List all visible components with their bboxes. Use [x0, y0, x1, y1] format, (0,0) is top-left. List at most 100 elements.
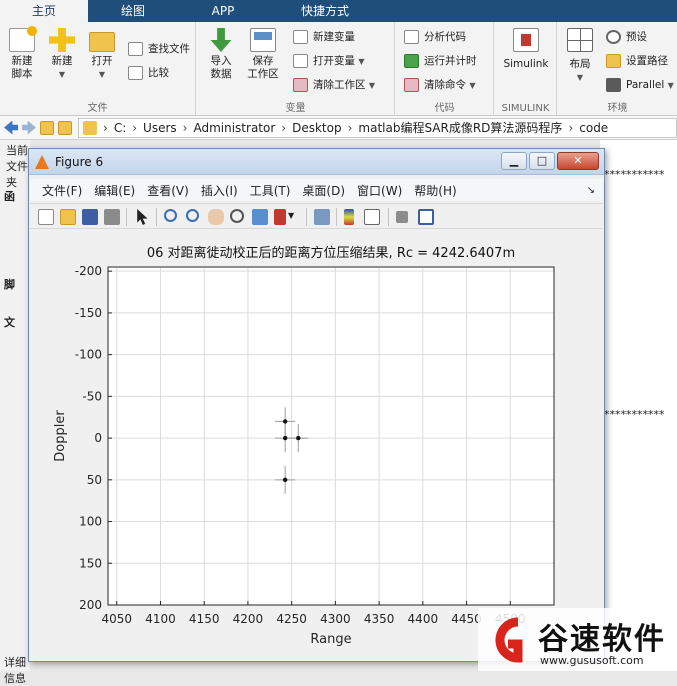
path-segment[interactable]: Desktop — [292, 121, 342, 135]
data-cursor-icon[interactable] — [252, 209, 268, 225]
import-data-button[interactable]: 导入 数据 — [201, 28, 241, 81]
set-path-button[interactable]: 设置路径 — [606, 52, 668, 70]
path-segment[interactable]: matlab编程SAR成像RD算法源码程序 — [358, 119, 562, 136]
menu-edit[interactable]: 编辑(E) — [94, 182, 135, 199]
simulink-group-label: SIMULINK — [501, 103, 550, 114]
chart-title: 06 对距离徙动校正后的距离方位压缩结果, Rc = 4242.6407m — [147, 245, 515, 261]
plus-icon — [49, 28, 75, 52]
zoom-out-icon[interactable] — [186, 209, 199, 222]
compare-button[interactable]: 比较 — [128, 64, 169, 82]
chevron-down-icon[interactable]: ▼ — [288, 211, 298, 227]
path-segment[interactable]: Administrator — [193, 121, 275, 135]
file-group-label: 文件 — [87, 103, 108, 114]
brush-icon[interactable] — [274, 209, 286, 225]
tab-plots[interactable]: 绘图 — [88, 0, 178, 22]
command-window[interactable]: *********** *********** — [600, 140, 677, 671]
func-section[interactable]: 函 — [4, 188, 15, 204]
pan-hand-icon[interactable] — [208, 209, 224, 225]
data-point[interactable] — [282, 435, 288, 441]
path-separator: › — [132, 120, 138, 135]
watermark: 谷速软件 www.gususoft.com — [478, 608, 677, 671]
zoom-in-icon[interactable] — [164, 209, 177, 222]
y-tick-label: 0 — [94, 431, 102, 445]
tab-apps[interactable]: APP — [178, 0, 268, 22]
menu-insert[interactable]: 插入(I) — [201, 182, 238, 199]
rotate-icon[interactable] — [230, 209, 244, 223]
open-variable-button[interactable]: 打开变量 ▼ — [293, 52, 365, 70]
print-icon[interactable] — [104, 209, 120, 225]
plot-area[interactable] — [107, 266, 555, 606]
menu-window[interactable]: 窗口(W) — [357, 182, 402, 199]
chart-svg[interactable]: 4050410041504200425043004350440044504500… — [30, 231, 603, 659]
run-time-button[interactable]: 运行并计时 — [404, 52, 477, 70]
save-workspace-label: 保存 工作区 — [247, 55, 279, 80]
new-button[interactable]: 新建 ▼ — [42, 28, 82, 81]
legend-icon[interactable] — [364, 209, 380, 225]
open-variable-label: 打开变量 — [313, 55, 355, 67]
new-variable-button[interactable]: 新建变量 — [293, 28, 355, 46]
script-section[interactable]: 脚 — [4, 276, 15, 292]
path-separator: › — [103, 120, 108, 135]
menu-desktop[interactable]: 桌面(D) — [302, 182, 345, 199]
simulink-group: Simulink SIMULINK — [495, 22, 557, 116]
find-files-label: 查找文件 — [148, 43, 190, 55]
analyze-code-button[interactable]: 分析代码 — [404, 28, 466, 46]
menu-file[interactable]: 文件(F) — [42, 182, 82, 199]
data-point[interactable] — [282, 419, 288, 424]
menu-tools[interactable]: 工具(T) — [250, 182, 291, 199]
folder-icon — [83, 120, 97, 135]
menu-help[interactable]: 帮助(H) — [414, 182, 456, 199]
open-button[interactable]: 打开 ▼ — [82, 28, 122, 81]
minimize-button[interactable]: ▁ — [501, 152, 527, 170]
back-icon[interactable] — [4, 120, 18, 135]
menu-view[interactable]: 查看(V) — [147, 182, 189, 199]
save-icon[interactable] — [82, 209, 98, 225]
pointer-icon[interactable] — [137, 209, 148, 225]
detail-label: 详细信息 — [4, 656, 26, 685]
browse-folder-icon[interactable] — [58, 120, 72, 135]
data-point[interactable] — [282, 477, 288, 483]
new-script-icon — [9, 26, 37, 52]
path-segment[interactable]: Users — [143, 121, 177, 135]
link-plot-icon[interactable] — [314, 209, 330, 225]
path-breadcrumb[interactable]: › C: › Users › Administrator › Desktop ›… — [78, 117, 677, 138]
find-files-button[interactable]: 查找文件 — [128, 40, 190, 58]
layout-button[interactable]: 布局 ▼ — [560, 28, 600, 84]
parallel-button[interactable]: Parallel ▼ — [606, 76, 674, 94]
open-variable-icon — [293, 54, 308, 68]
path-segment[interactable]: C: — [114, 121, 126, 135]
clear-workspace-label: 清除工作区 — [313, 79, 366, 91]
preferences-button[interactable]: 预设 — [606, 28, 647, 46]
x-tick-label: 4200 — [233, 612, 264, 626]
open-file-icon[interactable] — [60, 209, 76, 225]
path-segment[interactable]: code — [579, 121, 608, 135]
simulink-icon — [513, 28, 539, 52]
file-section[interactable]: 文 — [4, 314, 15, 330]
up-folder-icon[interactable] — [40, 120, 54, 135]
figure-canvas: 4050410041504200425043004350440044504500… — [30, 231, 603, 659]
close-button[interactable]: ✕ — [557, 152, 599, 170]
hide-plot-tools-icon[interactable] — [396, 211, 408, 223]
colorbar-icon[interactable] — [344, 209, 354, 225]
dock-arrow-icon[interactable]: ↘ — [587, 185, 595, 196]
save-workspace-button[interactable]: 保存 工作区 — [243, 28, 283, 81]
tab-home[interactable]: 主页 — [0, 0, 88, 22]
y-tick-label: 50 — [87, 473, 102, 487]
command-output-line: *********** — [604, 408, 665, 421]
chevron-down-icon: ▼ — [358, 57, 365, 66]
data-point[interactable] — [296, 435, 301, 441]
maximize-button[interactable]: □ — [529, 152, 555, 170]
tab-shortcuts[interactable]: 快捷方式 — [268, 0, 382, 22]
import-icon — [210, 28, 232, 52]
new-figure-icon[interactable] — [38, 209, 54, 225]
simulink-button[interactable]: Simulink — [495, 28, 557, 71]
y-tick-label: -100 — [75, 348, 102, 362]
clear-workspace-button[interactable]: 清除工作区 ▼ — [293, 76, 375, 94]
forward-icon[interactable] — [22, 120, 36, 135]
figure-titlebar[interactable]: Figure 6 ▁ □ ✕ — [29, 149, 604, 175]
toolbar-separator — [336, 208, 337, 226]
clear-commands-button[interactable]: 清除命令 ▼ — [404, 76, 476, 94]
matlab-logo-icon — [35, 155, 49, 169]
show-plot-tools-icon[interactable] — [418, 209, 434, 225]
new-script-button[interactable]: 新建 脚本 — [2, 26, 42, 81]
